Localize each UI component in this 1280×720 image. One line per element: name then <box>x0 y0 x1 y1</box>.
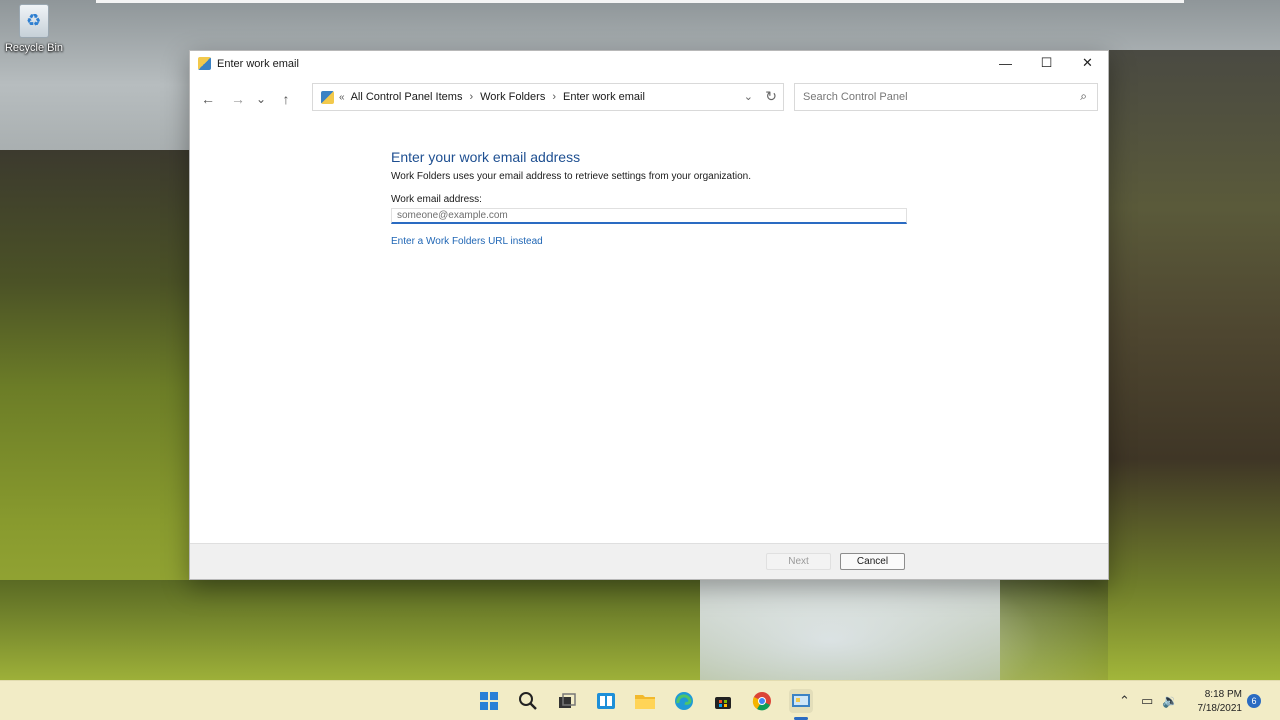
close-button[interactable]: ✕ <box>1067 51 1108 75</box>
show-hidden-icons-icon[interactable]: ⌃ <box>1119 693 1130 709</box>
clock-date: 7/18/2021 <box>1197 703 1243 714</box>
title-bar[interactable]: Enter work email — ☐ ✕ <box>190 51 1108 76</box>
edge-icon[interactable] <box>672 689 696 713</box>
page-heading: Enter your work email address <box>391 149 581 165</box>
breadcrumb-separator-icon[interactable]: › <box>552 91 556 103</box>
window-title: Enter work email <box>217 57 299 70</box>
work-folders-window: Enter work email — ☐ ✕ ← → ⌄ ↑ « All Con… <box>189 50 1109 580</box>
search-input[interactable] <box>803 91 1063 103</box>
chrome-icon[interactable] <box>750 689 774 713</box>
task-view-icon[interactable] <box>555 689 579 713</box>
start-icon[interactable] <box>477 689 501 713</box>
address-dropdown-icon[interactable]: ⌄ <box>744 90 753 103</box>
main-content: Enter your work email address Work Folde… <box>391 149 911 249</box>
store-icon[interactable] <box>711 689 735 713</box>
breadcrumb-overflow-icon[interactable]: « <box>339 92 345 103</box>
clock-time: 8:18 PM <box>1204 689 1242 700</box>
search-icon[interactable] <box>516 689 540 713</box>
network-icon[interactable]: ▭ <box>1141 693 1153 709</box>
volume-icon[interactable]: 🔉 <box>1162 693 1178 709</box>
navigation-bar: ← → ⌄ ↑ « All Control Panel Items › Work… <box>190 76 1108 121</box>
top-edge-bar <box>96 0 1184 3</box>
forward-button[interactable]: → <box>225 86 251 112</box>
recent-locations-button[interactable]: ⌄ <box>251 86 271 112</box>
back-button[interactable]: ← <box>195 86 221 112</box>
cancel-button[interactable]: Cancel <box>840 553 905 570</box>
search-box[interactable]: ⌕ <box>794 83 1098 111</box>
clock[interactable]: 8:18 PM 7/18/2021 <box>1186 688 1243 716</box>
window-controls: — ☐ ✕ <box>985 51 1108 75</box>
widgets-icon[interactable] <box>594 689 618 713</box>
recycle-bin-shortcut[interactable]: Recycle Bin <box>2 4 66 64</box>
breadcrumb-work-folders[interactable]: Work Folders <box>480 91 545 103</box>
maximize-button[interactable]: ☐ <box>1026 51 1067 75</box>
control-panel-icon <box>321 90 334 104</box>
email-label: Work email address: <box>391 194 482 205</box>
next-button[interactable]: Next <box>766 553 831 570</box>
control-panel-icon[interactable] <box>789 689 813 713</box>
page-description: Work Folders uses your email address to … <box>391 171 751 182</box>
taskbar: ⌃ ▭ 🔉 8:18 PM 7/18/2021 6 <box>0 680 1280 720</box>
breadcrumb-all-control-panel-items[interactable]: All Control Panel Items <box>351 91 463 103</box>
refresh-icon[interactable]: ↻ <box>765 88 777 105</box>
breadcrumb-separator-icon[interactable]: › <box>469 91 473 103</box>
dialog-footer: Next Cancel <box>190 543 1108 579</box>
email-field[interactable] <box>391 208 907 224</box>
enter-url-instead-link[interactable]: Enter a Work Folders URL instead <box>391 236 543 247</box>
minimize-button[interactable]: — <box>985 51 1026 75</box>
recycle-bin-label: Recycle Bin <box>4 42 64 54</box>
search-icon[interactable]: ⌕ <box>1080 89 1087 104</box>
notification-badge[interactable]: 6 <box>1247 694 1261 708</box>
desktop-cliff-right <box>1108 50 1280 680</box>
desktop-meadow <box>0 580 700 680</box>
file-explorer-icon[interactable] <box>633 689 657 713</box>
address-bar[interactable]: « All Control Panel Items › Work Folders… <box>312 83 784 111</box>
up-button[interactable]: ↑ <box>273 86 299 112</box>
recycle-bin-icon <box>19 4 49 38</box>
breadcrumb-enter-work-email[interactable]: Enter work email <box>563 91 645 103</box>
desktop-waterfall <box>700 580 1000 680</box>
control-panel-app-icon <box>198 57 211 70</box>
